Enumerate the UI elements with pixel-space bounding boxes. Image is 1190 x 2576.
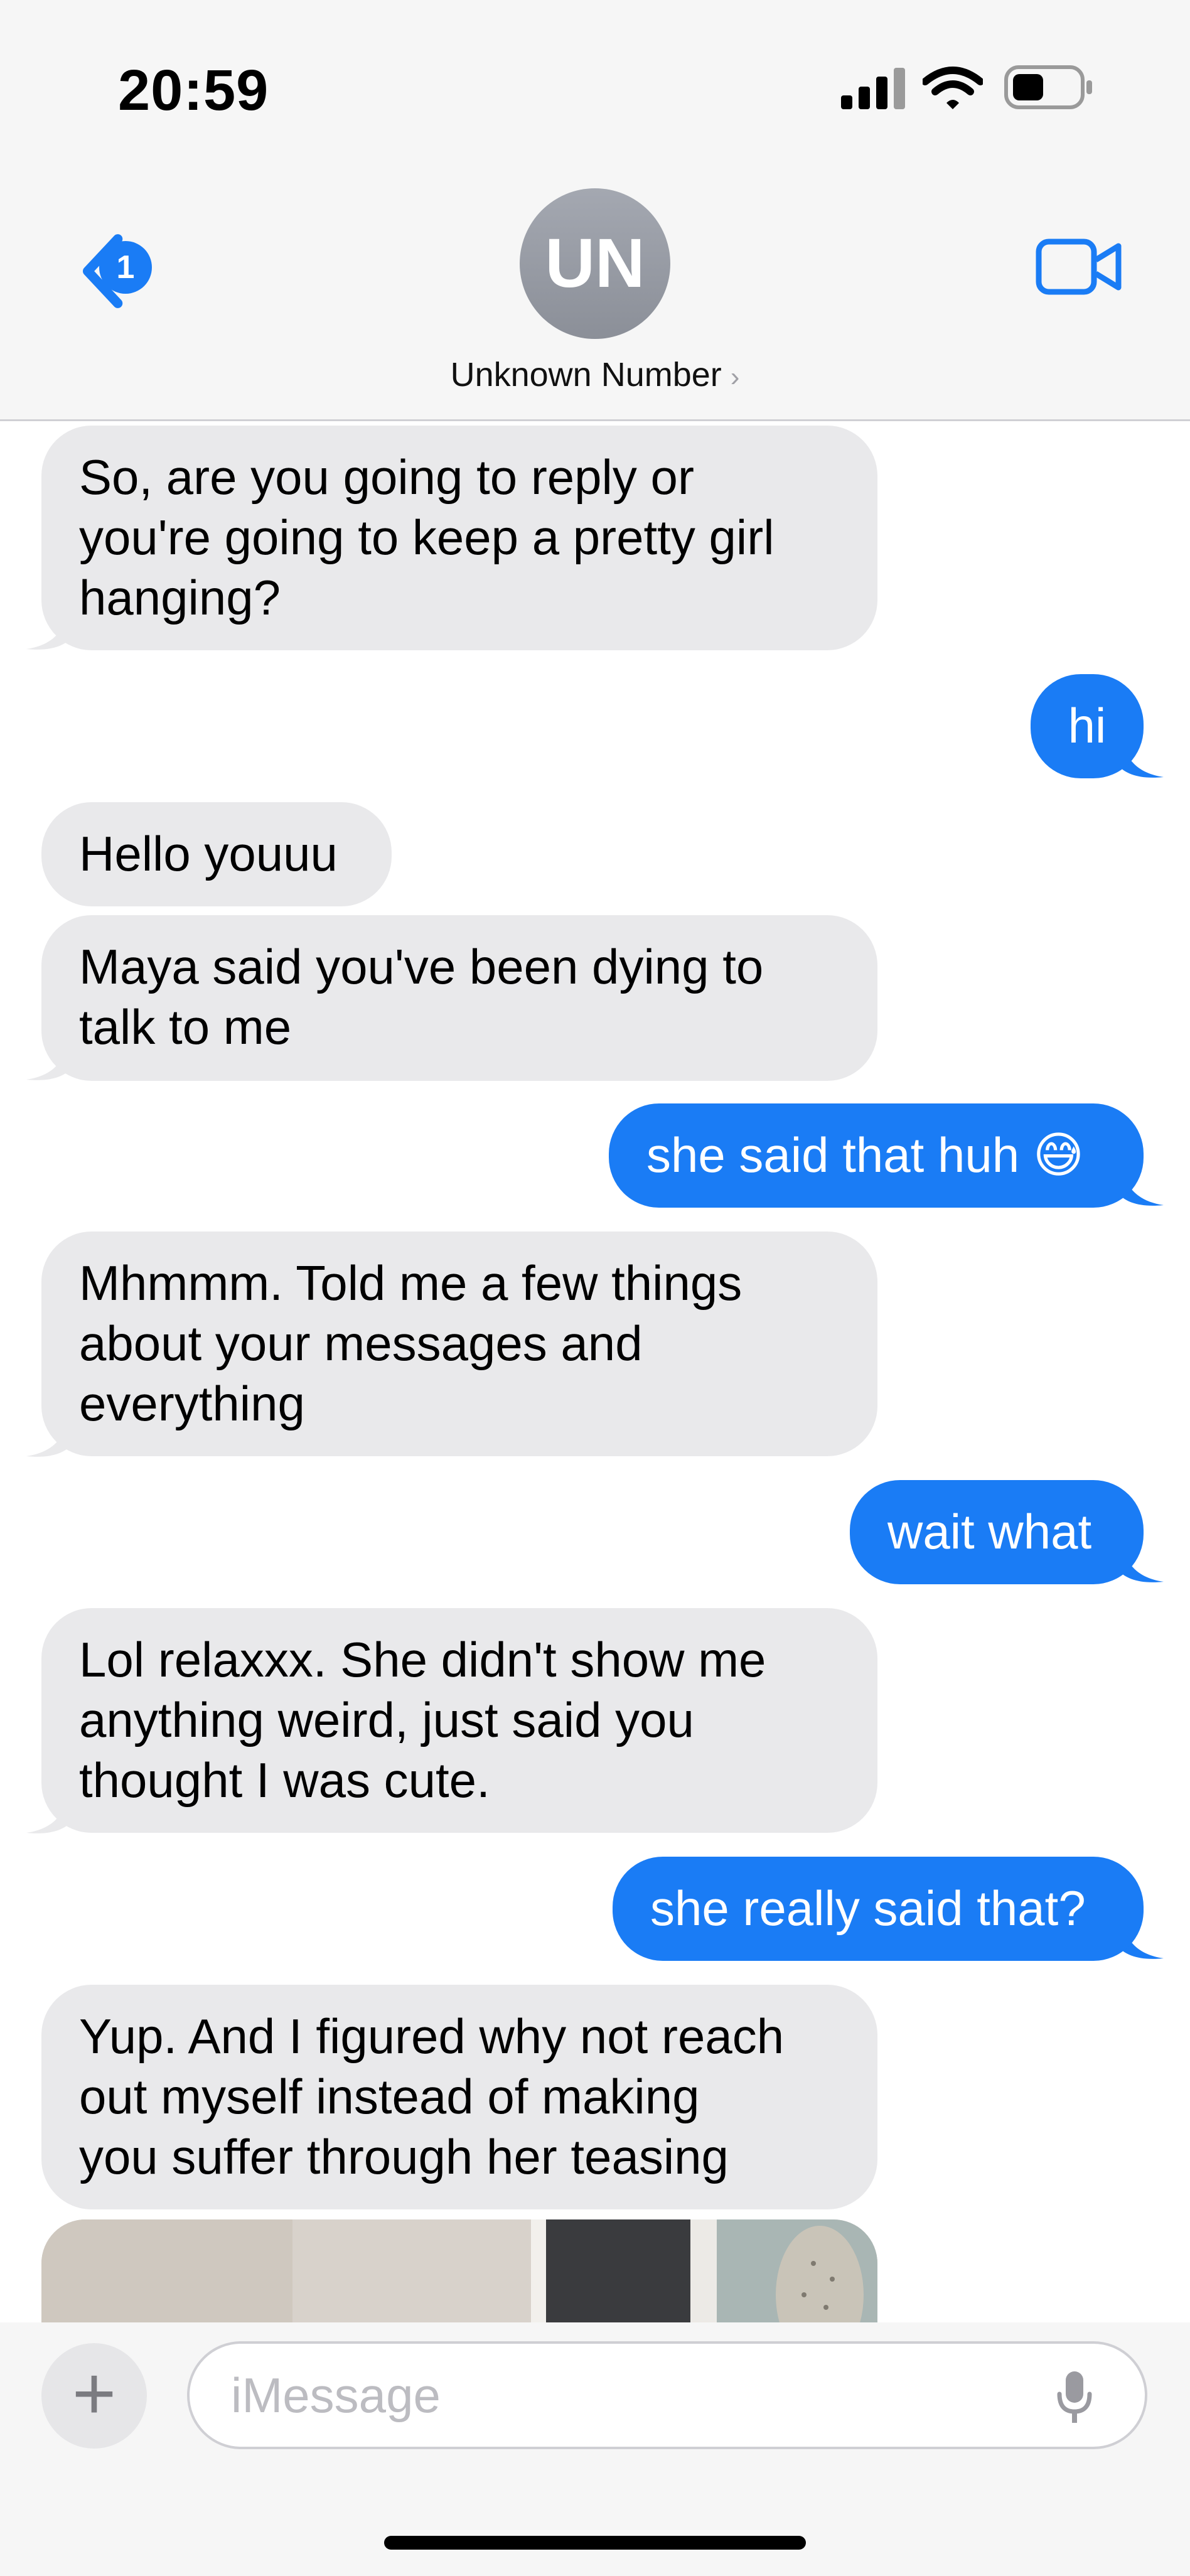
message-incoming[interactable]: Maya said you've been dying to talk to m…: [41, 915, 877, 1081]
apps-plus-button[interactable]: +: [41, 2343, 147, 2449]
wifi-icon: [923, 67, 983, 109]
message-incoming[interactable]: Hello youuu: [41, 802, 392, 906]
video-camera-icon: [1036, 239, 1122, 295]
message-input[interactable]: iMessage: [187, 2341, 1147, 2449]
attachment-image: [41, 2219, 877, 2326]
contact-name-label[interactable]: Unknown Number: [451, 356, 722, 394]
message-incoming[interactable]: Mhmmm. Told me a few things about your m…: [41, 1232, 877, 1456]
avatar[interactable]: UN: [520, 188, 670, 339]
unread-badge[interactable]: 1: [99, 241, 152, 294]
message-incoming[interactable]: Yup. And I figured why not reach out mys…: [41, 1985, 877, 2209]
battery-icon: [1004, 65, 1092, 109]
status-bar: 20:59: [0, 0, 1190, 176]
message-outgoing[interactable]: hi: [1031, 674, 1144, 778]
message-incoming[interactable]: So, are you going to reply or you're goi…: [41, 426, 877, 650]
image-attachment[interactable]: [41, 2219, 877, 2326]
contact-name[interactable]: Unknown Number ›: [0, 355, 1190, 394]
video-call-button[interactable]: [1036, 239, 1123, 295]
home-indicator[interactable]: [384, 2536, 806, 2550]
cellular-signal-icon: [841, 68, 905, 109]
message-outgoing[interactable]: wait what: [850, 1480, 1144, 1584]
microphone-icon[interactable]: [1056, 2369, 1093, 2427]
chevron-right-icon: ›: [730, 362, 740, 392]
message-outgoing[interactable]: she said that huh 😅: [609, 1103, 1144, 1208]
message-incoming[interactable]: Lol relaxxx. She didn't show me anything…: [41, 1608, 877, 1833]
message-outgoing[interactable]: she really said that?: [613, 1857, 1144, 1961]
status-time: 20:59: [118, 58, 269, 122]
